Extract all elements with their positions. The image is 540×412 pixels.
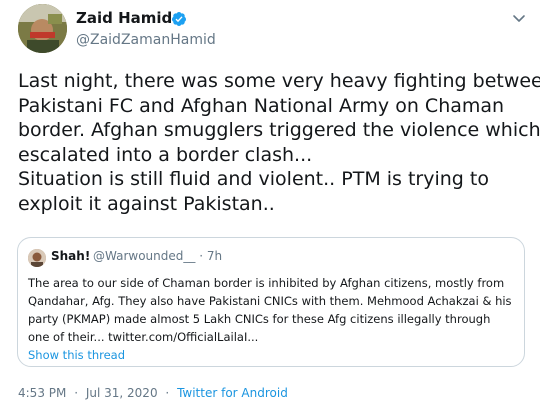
- tweet-text-line: Situation is still fluid and violent.. P…: [18, 168, 489, 190]
- quoted-author-handle: @Warwounded__: [93, 249, 196, 263]
- tweet-text-line: Pakistani FC and Afghan National Army on…: [18, 94, 505, 117]
- quoted-tweet-text: The area to our side of Chaman border is…: [28, 274, 518, 346]
- show-thread-link[interactable]: Show this thread: [28, 348, 125, 362]
- author-avatar[interactable]: [18, 4, 67, 53]
- tweet-text: Last night, there was some very heavy fi…: [18, 69, 540, 216]
- quoted-text-line: Qandahar, Afg. They also have Pakistani …: [28, 294, 512, 308]
- tweet-footer: 4:53 PM · Jul 31, 2020 · Twitter for And…: [18, 386, 288, 400]
- quoted-text-line: one of their... twitter.com/OfficialLail…: [28, 330, 259, 344]
- quoted-tweet-age: 7h: [206, 249, 223, 263]
- tweet-date[interactable]: Jul 31, 2020: [86, 386, 158, 400]
- quoted-text-line: The area to our side of Chaman border is…: [28, 276, 505, 290]
- author-handle[interactable]: @ZaidZamanHamid: [76, 32, 216, 48]
- tweet-text-line: exploit it against Pakistan..: [18, 192, 275, 215]
- quoted-author-avatar: [28, 249, 46, 267]
- separator-dot: ·: [199, 249, 204, 263]
- quoted-author-meta: @Warwounded__ · 7h: [93, 249, 222, 263]
- quoted-author-name: Shah!: [51, 249, 91, 263]
- tweet-text-line: escalated into a border clash...: [18, 143, 313, 166]
- verified-badge-icon: [171, 11, 187, 27]
- chevron-down-icon[interactable]: [509, 8, 529, 28]
- separator-dot: ·: [74, 386, 79, 400]
- author-display-name[interactable]: Zaid Hamid: [76, 9, 172, 27]
- tweet-time[interactable]: 4:53 PM: [18, 386, 66, 400]
- tweet-text-line: border. Afghan smugglers triggered the v…: [18, 119, 540, 141]
- tweet-source-link[interactable]: Twitter for Android: [177, 386, 288, 400]
- separator-dot: ·: [165, 386, 170, 400]
- quoted-text-line: party (PKMAP) made almost 5 Lakh CNICs f…: [28, 312, 491, 326]
- quoted-tweet-card[interactable]: Shah! @Warwounded__ · 7h The area to our…: [17, 237, 525, 367]
- tweet: Zaid Hamid @ZaidZamanHamid Last night, t…: [0, 0, 540, 412]
- tweet-text-line: Last night, there was some very heavy fi…: [18, 70, 540, 92]
